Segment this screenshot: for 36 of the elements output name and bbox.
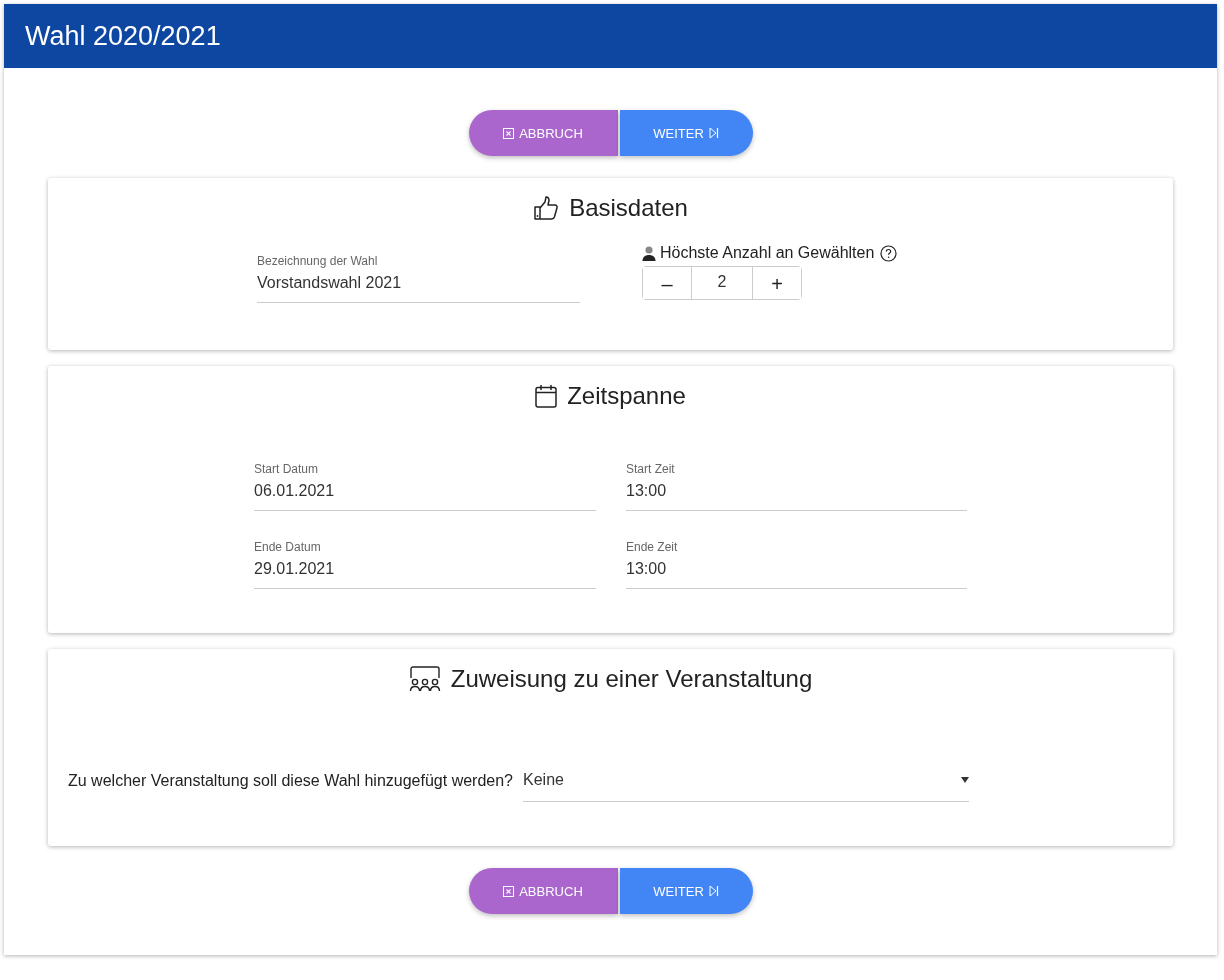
field-label: Ende Datum bbox=[254, 540, 322, 554]
section-title: Zuweisung zu einer Veranstaltung bbox=[450, 665, 813, 693]
skip-forward-icon bbox=[708, 127, 719, 139]
section-title: Zeitspanne bbox=[567, 382, 686, 410]
dropdown-caret-icon bbox=[961, 777, 969, 783]
audience-icon bbox=[408, 666, 441, 692]
field-label: Start Datum bbox=[254, 462, 320, 476]
cancel-button[interactable]: ABBRUCH bbox=[468, 868, 618, 914]
thumbs-up-icon bbox=[533, 195, 560, 221]
help-icon bbox=[880, 244, 898, 262]
cancel-button[interactable]: ABBRUCH bbox=[468, 110, 618, 156]
field-value: Vorstandswahl 2021 bbox=[257, 274, 403, 292]
input-field[interactable]: Start Datum 06.01.2021 bbox=[254, 462, 596, 511]
calendar-icon bbox=[535, 384, 558, 408]
question-label: Zu welcher Veranstaltung soll diese Wahl hinzugefügt werden? bbox=[68, 771, 513, 790]
field-label: Start Zeit bbox=[626, 462, 676, 476]
field-value: 29.01.2021 bbox=[254, 560, 336, 578]
person-icon bbox=[642, 245, 656, 261]
field-value: 13:00 bbox=[626, 560, 668, 578]
input-field[interactable]: Bezeichnung der Wahl Vorstandswahl 2021 bbox=[257, 244, 580, 303]
next-button[interactable]: WEITER bbox=[619, 868, 753, 914]
field-label: Höchste Anzahl an Gewählten bbox=[660, 244, 875, 262]
input-field[interactable]: Ende Datum 29.01.2021 bbox=[254, 540, 596, 589]
field-label: Bezeichnung der Wahl bbox=[257, 254, 379, 268]
event-select[interactable]: Keine bbox=[523, 761, 969, 802]
section-title: Basisdaten bbox=[569, 194, 688, 222]
field-label: Ende Zeit bbox=[626, 540, 679, 554]
input-field[interactable]: Ende Zeit 13:00 bbox=[626, 540, 967, 589]
field-value: 06.01.2021 bbox=[254, 482, 336, 500]
close-icon bbox=[503, 885, 515, 897]
skip-forward-icon bbox=[708, 885, 719, 897]
close-icon bbox=[503, 127, 515, 139]
input-field[interactable]: Start Zeit 13:00 bbox=[626, 462, 967, 511]
field-value: 13:00 bbox=[626, 482, 668, 500]
page-title: Wahl 2020/2021 bbox=[25, 20, 221, 52]
next-button[interactable]: WEITER bbox=[619, 110, 753, 156]
